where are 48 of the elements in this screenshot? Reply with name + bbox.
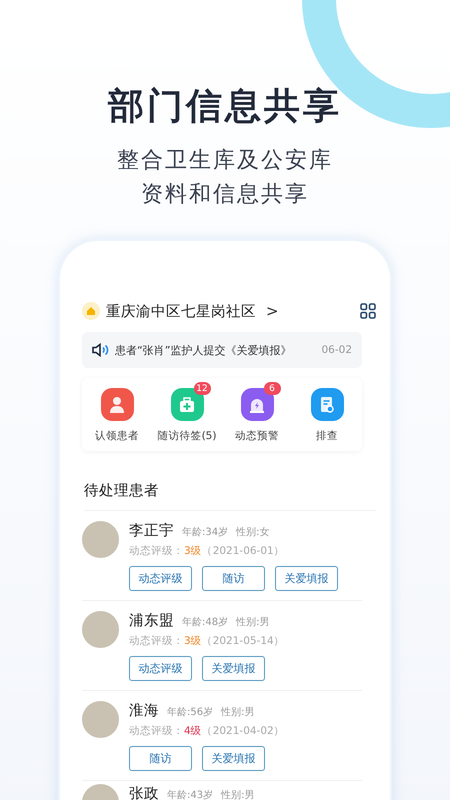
shortcut-label[interactable]: 认领患者 bbox=[95, 429, 139, 443]
community-name[interactable]: 重庆渝中区七星岗社区 bbox=[106, 302, 256, 320]
patient-name[interactable]: 淮海 bbox=[129, 701, 159, 720]
grade-line: 动态评级：3级（2021-06-01） bbox=[129, 544, 286, 558]
shortcut-label[interactable]: 动态预警 bbox=[235, 429, 279, 443]
shortcut-label[interactable]: 随访待签(5) bbox=[158, 429, 216, 443]
home-icon bbox=[82, 302, 100, 320]
chevron[interactable]: > bbox=[266, 302, 279, 320]
speaker-icon bbox=[92, 343, 109, 357]
photo-placeholder bbox=[82, 521, 119, 558]
shortcut-tile[interactable] bbox=[100, 388, 134, 421]
photo-placeholder bbox=[82, 611, 119, 648]
notice-date: 06-02 bbox=[321, 344, 352, 356]
count-badge: 12 bbox=[194, 382, 210, 395]
person-icon bbox=[108, 396, 126, 414]
action-button[interactable]: 动态评级 bbox=[129, 566, 192, 591]
patient-age: 年龄:56岁 bbox=[167, 706, 214, 719]
patient-gender: 性别:女 bbox=[236, 526, 270, 539]
shortcut-tile[interactable] bbox=[310, 388, 344, 421]
action-button[interactable]: 随访 bbox=[202, 566, 265, 591]
patient-gender: 性别:男 bbox=[221, 706, 254, 719]
patient-name[interactable]: 浦东盟 bbox=[129, 611, 174, 630]
action-button[interactable]: 关爱填报 bbox=[202, 746, 265, 771]
patient-gender: 性别:男 bbox=[236, 616, 270, 629]
action-button[interactable]: 随访 bbox=[129, 746, 192, 771]
grid-icon[interactable] bbox=[360, 303, 376, 319]
patient-gender: 性别:男 bbox=[221, 788, 254, 800]
document-search-icon bbox=[318, 396, 336, 414]
headline: 部门信息共享 bbox=[108, 85, 342, 129]
patient-age: 年龄:43岁 bbox=[167, 788, 214, 800]
action-button[interactable]: 关爱填报 bbox=[202, 656, 265, 681]
shortcut-label[interactable]: 排查 bbox=[316, 429, 338, 443]
grade-line: 动态评级：3级（2021-05-14） bbox=[129, 634, 285, 648]
section-title: 待处理患者 bbox=[84, 481, 376, 511]
action-button[interactable]: 动态评级 bbox=[129, 656, 192, 681]
patient-name[interactable]: 张政 bbox=[129, 784, 159, 800]
patient-name[interactable]: 李正宇 bbox=[129, 521, 174, 540]
patient-age: 年龄:48岁 bbox=[182, 616, 228, 629]
photo-placeholder bbox=[82, 701, 119, 738]
subtitle-line: 资料和信息共享 bbox=[141, 181, 309, 209]
notice-bar[interactable]: 患者“张肖”监护人提交《关爱填报》 06-02 bbox=[82, 332, 362, 368]
subtitle-line: 整合卫生库及公安库 bbox=[117, 147, 333, 175]
notice-text: 患者“张肖”监护人提交《关爱填报》 bbox=[115, 342, 292, 358]
action-button[interactable]: 关爱填报 bbox=[275, 566, 338, 591]
medical-kit-icon bbox=[178, 396, 196, 414]
grade-line: 动态评级：4级（2021-04-02） bbox=[129, 724, 285, 738]
count-badge: 6 bbox=[264, 382, 280, 395]
patient-age: 年龄:34岁 bbox=[182, 526, 228, 539]
